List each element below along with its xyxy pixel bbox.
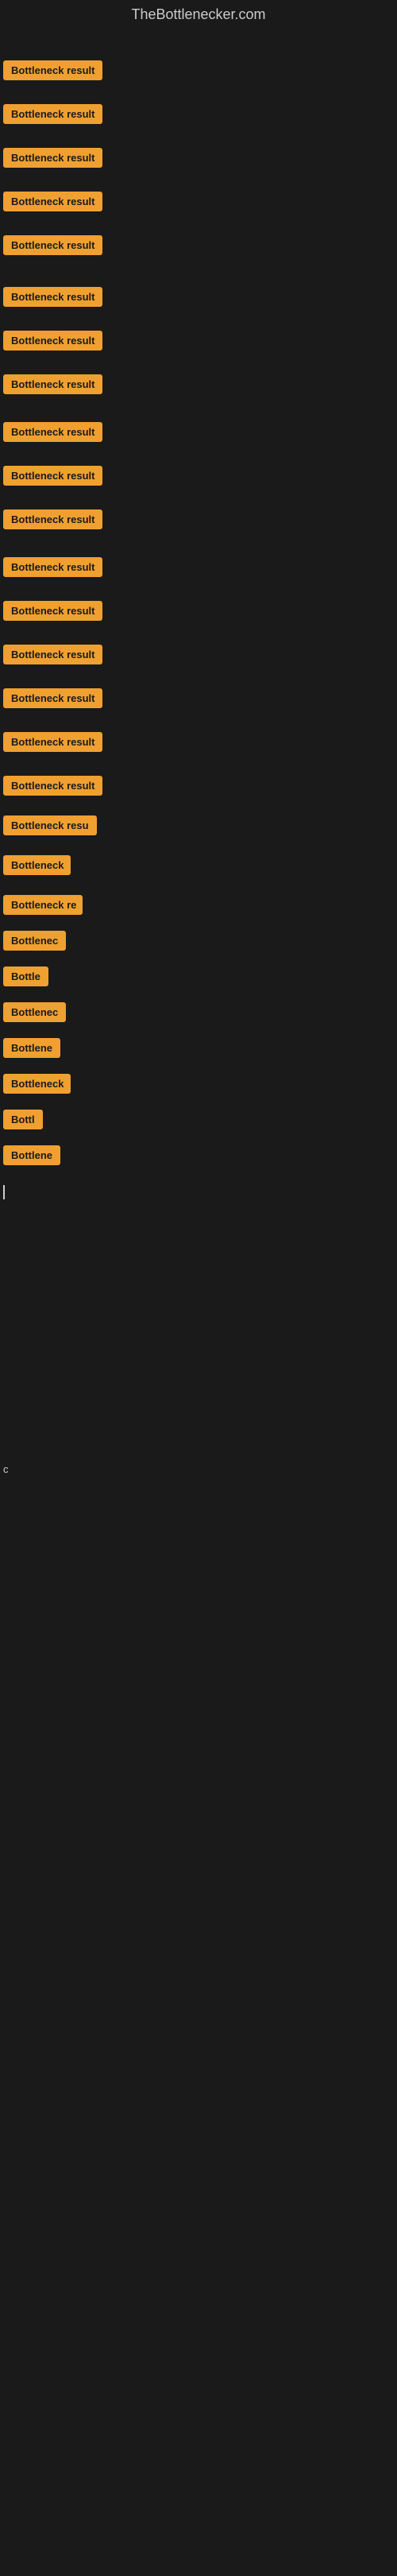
bottleneck-item: Bottleneck result	[3, 776, 102, 800]
bottleneck-item: Bottleneck result	[3, 287, 102, 311]
bottleneck-item: Bottleneck resu	[3, 815, 97, 839]
bottleneck-item: Bottleneck result	[3, 422, 102, 446]
bottleneck-item: Bottlene	[3, 1145, 60, 1169]
bottleneck-item: Bottle	[3, 966, 48, 990]
bottleneck-item: Bottlenec	[3, 931, 66, 955]
bottleneck-item: Bottleneck result	[3, 466, 102, 490]
trailing-char: c	[3, 1463, 9, 1475]
bottleneck-item: Bottleneck result	[3, 148, 102, 172]
bottleneck-badge: Bottleneck result	[3, 331, 102, 351]
bottleneck-item: Bottleneck	[3, 855, 71, 879]
bottleneck-item: Bottlenec	[3, 1002, 66, 1026]
bottleneck-item: Bottleneck result	[3, 645, 102, 668]
bottleneck-item: Bottleneck result	[3, 557, 102, 581]
bottleneck-badge: Bottlene	[3, 1038, 60, 1058]
bottleneck-item: Bottleneck result	[3, 688, 102, 712]
site-title: TheBottlenecker.com	[0, 0, 397, 33]
bottleneck-badge: Bottleneck resu	[3, 815, 97, 835]
bottleneck-badge: Bottleneck result	[3, 148, 102, 168]
bottleneck-item: Bottleneck result	[3, 104, 102, 128]
bottleneck-badge: Bottleneck result	[3, 776, 102, 796]
bottleneck-item: Bottleneck result	[3, 374, 102, 398]
bottleneck-item: Bottleneck result	[3, 331, 102, 354]
bottleneck-item: Bottleneck result	[3, 192, 102, 215]
bottleneck-badge: Bottlenec	[3, 1002, 66, 1022]
bottleneck-badge: Bottleneck re	[3, 895, 83, 915]
bottleneck-badge: Bottlene	[3, 1145, 60, 1165]
bottleneck-badge: Bottleneck result	[3, 104, 102, 124]
bottleneck-badge: Bottleneck result	[3, 509, 102, 529]
items-container: Bottleneck result Bottleneck result Bottle…	[0, 33, 397, 2576]
bottleneck-item: Bottleneck	[3, 1074, 71, 1098]
bottleneck-badge: Bottleneck result	[3, 235, 102, 255]
bottleneck-badge: Bottleneck result	[3, 601, 102, 621]
bottleneck-badge: Bottleneck	[3, 1074, 71, 1094]
bottleneck-item: Bottleneck result	[3, 509, 102, 533]
bottleneck-item: Bottleneck result	[3, 235, 102, 259]
bottleneck-badge: Bottleneck result	[3, 688, 102, 708]
bottleneck-badge: Bottleneck result	[3, 287, 102, 307]
bottleneck-item: Bottleneck result	[3, 732, 102, 756]
bottleneck-badge: Bottleneck result	[3, 645, 102, 664]
bottleneck-badge: Bottleneck	[3, 855, 71, 875]
bottleneck-badge: Bottleneck result	[3, 466, 102, 486]
bottleneck-badge: Bottleneck result	[3, 732, 102, 752]
bottleneck-badge: Bottleneck result	[3, 422, 102, 442]
bottleneck-badge: Bottle	[3, 966, 48, 986]
bottleneck-item: Bottl	[3, 1110, 43, 1133]
bottleneck-badge: Bottl	[3, 1110, 43, 1129]
bottleneck-item: Bottlene	[3, 1038, 60, 1062]
bottleneck-item: Bottleneck result	[3, 60, 102, 84]
bottleneck-badge: Bottleneck result	[3, 374, 102, 394]
bottleneck-badge: Bottlenec	[3, 931, 66, 951]
bottleneck-badge: Bottleneck result	[3, 557, 102, 577]
bottleneck-item: Bottleneck result	[3, 601, 102, 625]
cursor-indicator	[3, 1185, 5, 1199]
bottleneck-item: Bottleneck re	[3, 895, 83, 919]
bottleneck-badge: Bottleneck result	[3, 60, 102, 80]
bottleneck-badge: Bottleneck result	[3, 192, 102, 211]
